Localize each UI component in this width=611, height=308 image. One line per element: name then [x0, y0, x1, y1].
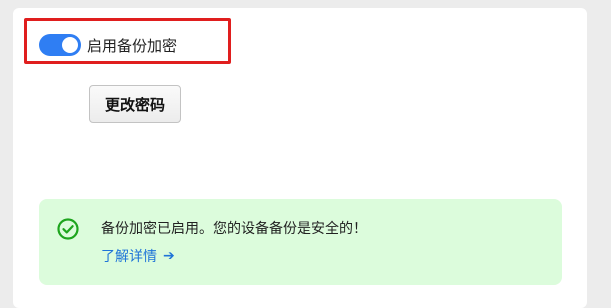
encryption-status-notice: 备份加密已启用。您的设备备份是安全的！ 了解详情 ➔	[39, 199, 562, 285]
arrow-right-icon: ➔	[163, 248, 175, 264]
check-circle-icon	[57, 218, 79, 240]
encryption-toggle-label: 启用备份加密	[87, 36, 178, 55]
notice-message: 备份加密已启用。您的设备备份是安全的！	[101, 221, 367, 237]
change-password-button[interactable]: 更改密码	[89, 85, 181, 123]
toggle-knob	[62, 37, 78, 53]
encryption-toggle-switch[interactable]	[39, 34, 81, 56]
learn-more-label: 了解详情	[101, 249, 157, 265]
learn-more-link[interactable]: 了解详情 ➔	[101, 246, 175, 266]
encryption-toggle-row[interactable]: 启用备份加密	[39, 33, 177, 57]
